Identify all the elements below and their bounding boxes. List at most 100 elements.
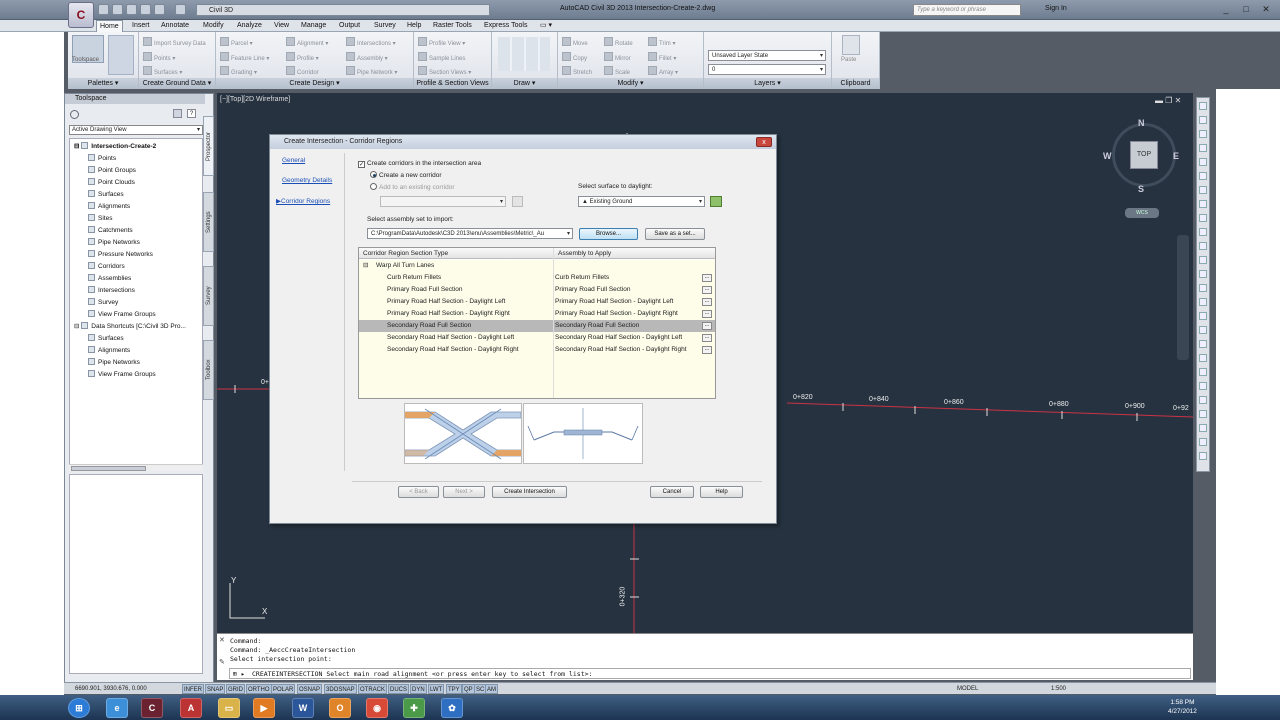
- start-button-icon[interactable]: ⊞: [68, 698, 90, 718]
- tree-node[interactable]: Alignments: [88, 202, 130, 210]
- tab-output[interactable]: Output: [339, 20, 360, 32]
- scale-button[interactable]: Scale: [604, 66, 630, 76]
- section-views-button[interactable]: Section Views ▾: [418, 66, 471, 76]
- tool-icon[interactable]: [1199, 270, 1207, 278]
- toggle-icon[interactable]: [173, 109, 182, 118]
- table-row[interactable]: Primary Road Half Section - Daylight Rig…: [359, 308, 715, 320]
- tree-node[interactable]: Surfaces: [88, 190, 124, 198]
- column-header-section-type[interactable]: Corridor Region Section Type: [363, 248, 448, 259]
- tab-manage[interactable]: Manage: [301, 20, 326, 32]
- toggle-snap[interactable]: SNAP: [205, 684, 226, 694]
- pick-surface-icon[interactable]: [710, 196, 722, 207]
- layer-combo[interactable]: 0 ▾: [708, 64, 826, 75]
- tool-icon[interactable]: [1199, 214, 1207, 222]
- viewcube[interactable]: TOP: [1112, 123, 1176, 187]
- minimize-button[interactable]: _: [1217, 2, 1235, 16]
- toggle-otrack[interactable]: OTRACK: [358, 684, 388, 694]
- application-menu-button[interactable]: C: [68, 2, 94, 28]
- existing-corridor-combo[interactable]: ▾: [380, 196, 506, 207]
- table-row-selected[interactable]: Secondary Road Full Section Secondary Ro…: [359, 320, 715, 332]
- annotation-scale[interactable]: 1:500: [1050, 684, 1067, 694]
- stretch-button[interactable]: Stretch: [562, 66, 592, 76]
- tree-node[interactable]: View Frame Groups: [88, 310, 156, 318]
- tab-home[interactable]: Home: [96, 20, 123, 32]
- toggle-polar[interactable]: POLAR: [271, 684, 296, 694]
- surface-combo[interactable]: ▲ Existing Ground ▾: [578, 196, 705, 207]
- tab-toolbox[interactable]: Toolbox: [203, 340, 214, 400]
- tool-icon[interactable]: [1199, 256, 1207, 264]
- ellipsis-button[interactable]: ...: [702, 334, 712, 342]
- ribbon-options-button[interactable]: ▭ ▾: [540, 20, 552, 32]
- toggle-qp[interactable]: QP: [462, 684, 475, 694]
- chrome-icon[interactable]: ◉: [366, 698, 388, 718]
- wrench-icon[interactable]: ✎: [219, 658, 227, 666]
- save-as-icon[interactable]: [140, 4, 151, 15]
- panel-caption[interactable]: Draw ▾: [492, 78, 557, 89]
- panel-caption[interactable]: Create Design ▾: [216, 78, 413, 89]
- tab-annotate[interactable]: Annotate: [161, 20, 189, 32]
- panel-caption[interactable]: Create Ground Data ▾: [139, 78, 215, 89]
- tool-icon[interactable]: [1199, 368, 1207, 376]
- toggle-am[interactable]: AM: [485, 684, 498, 694]
- toggle-infer[interactable]: INFER: [182, 684, 204, 694]
- draw-tools[interactable]: [498, 37, 550, 71]
- tool-icon[interactable]: [1199, 382, 1207, 390]
- cancel-button[interactable]: Cancel: [650, 486, 694, 498]
- create-corridors-checkbox[interactable]: ✓ Create corridors in the intersection ar…: [358, 160, 481, 168]
- coordinate-readout[interactable]: 6690.901, 3930.676, 0.000: [74, 684, 148, 694]
- compass-n[interactable]: N: [1138, 118, 1145, 128]
- nav-general[interactable]: General: [282, 157, 305, 164]
- tree-node[interactable]: Corridors: [88, 262, 125, 270]
- profile-view-button[interactable]: Profile View ▾: [418, 37, 465, 47]
- maximize-button[interactable]: □: [1237, 2, 1255, 16]
- tree-node[interactable]: Pipe Networks: [88, 358, 140, 366]
- tool-icon[interactable]: [1199, 354, 1207, 362]
- parcel-button[interactable]: Parcel ▾: [220, 37, 253, 47]
- ellipsis-button[interactable]: ...: [702, 346, 712, 354]
- search-icon[interactable]: [70, 110, 79, 119]
- palette-icons[interactable]: [108, 35, 134, 75]
- toggle-ducs[interactable]: DUCS: [388, 684, 410, 694]
- table-row[interactable]: Secondary Road Half Section - Daylight L…: [359, 332, 715, 344]
- panel-caption[interactable]: Palettes ▾: [68, 78, 138, 89]
- collapse-icon[interactable]: ⊟: [363, 260, 368, 272]
- layer-state-combo[interactable]: Unsaved Layer State ▾: [708, 50, 826, 61]
- tree-node[interactable]: View Frame Groups: [88, 370, 156, 378]
- toggle-lwt[interactable]: LWT: [428, 684, 445, 694]
- compass-s[interactable]: S: [1138, 184, 1144, 194]
- tool-icon[interactable]: [1199, 312, 1207, 320]
- horizontal-scrollbar[interactable]: [69, 464, 203, 471]
- points-button[interactable]: Points ▾: [143, 52, 175, 62]
- tool-icon[interactable]: [1199, 158, 1207, 166]
- navigation-bar[interactable]: [1177, 235, 1189, 360]
- assembly-set-combo[interactable]: C:\ProgramData\Autodesk\C3D 2013\enu\Ass…: [367, 228, 573, 239]
- tool-icon[interactable]: [1199, 144, 1207, 152]
- autodesk-app-icon[interactable]: A: [180, 698, 202, 718]
- tool-icon[interactable]: [1199, 186, 1207, 194]
- tool-icon[interactable]: [1199, 284, 1207, 292]
- viewcube-top-face[interactable]: TOP: [1130, 141, 1158, 169]
- tree-node[interactable]: Surfaces: [88, 334, 124, 342]
- intersections-button[interactable]: Intersections ▾: [346, 37, 396, 47]
- nav-corridor-regions[interactable]: ▶Corridor Regions: [276, 197, 330, 205]
- tool-icon[interactable]: [1199, 228, 1207, 236]
- grid-group-row[interactable]: ⊟ Warp All Turn Lanes: [359, 260, 715, 272]
- panel-caption[interactable]: Modify ▾: [558, 78, 703, 89]
- sample-lines-button[interactable]: Sample Lines: [418, 52, 465, 62]
- paste-icon[interactable]: [842, 35, 860, 55]
- app-icon[interactable]: ✿: [441, 698, 463, 718]
- table-row[interactable]: Primary Road Half Section - Daylight Lef…: [359, 296, 715, 308]
- corridor-button[interactable]: Corridor: [286, 66, 319, 76]
- word-icon[interactable]: W: [292, 698, 314, 718]
- mirror-button[interactable]: Mirror: [604, 52, 631, 62]
- panel-caption[interactable]: Clipboard: [832, 78, 879, 89]
- add-existing-corridor-radio[interactable]: Add to an existing corridor: [370, 183, 455, 191]
- next-button[interactable]: Next >: [443, 486, 485, 498]
- ellipsis-button[interactable]: ...: [702, 322, 712, 330]
- dialog-close-button[interactable]: x: [756, 137, 772, 147]
- trim-button[interactable]: Trim ▾: [648, 37, 675, 47]
- autocad-icon[interactable]: C: [141, 698, 163, 718]
- save-as-set-button[interactable]: Save as a set...: [645, 228, 705, 240]
- undo-icon[interactable]: [154, 4, 165, 15]
- column-header-assembly[interactable]: Assembly to Apply: [558, 248, 611, 259]
